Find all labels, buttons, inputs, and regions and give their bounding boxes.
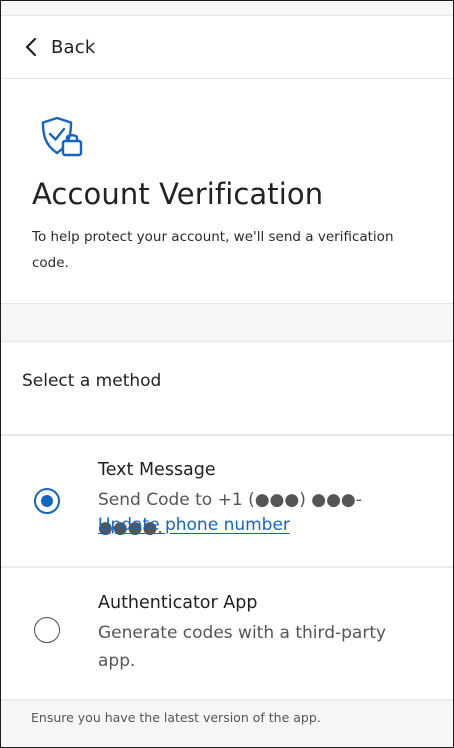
top-strip	[1, 1, 453, 16]
verification-screen: Back Account Verification To help protec…	[0, 0, 454, 748]
method-option-authenticator-app[interactable]: Authenticator App Generate codes with a …	[1, 568, 453, 701]
footer-note-area: Ensure you have the latest version of th…	[1, 701, 453, 747]
section-divider	[1, 304, 453, 342]
method-option-text-message[interactable]: Text Message Send Code to +1 (●●●) ●●●-●…	[1, 436, 453, 568]
chevron-left-icon	[25, 37, 37, 57]
header-bar: Back	[1, 16, 453, 79]
page-title: Account Verification	[32, 177, 324, 211]
option-title: Authenticator App	[98, 593, 258, 613]
page-description: To help protect your account, we'll send…	[32, 229, 394, 271]
method-section-header: Select a method	[1, 342, 453, 436]
verification-hero: Account Verification To help protect you…	[1, 79, 453, 304]
back-button[interactable]: Back	[25, 37, 96, 58]
back-label: Back	[51, 36, 96, 58]
radio-unselected-icon[interactable]	[34, 617, 60, 643]
radio-selected-icon[interactable]	[34, 488, 60, 514]
update-phone-link[interactable]: Update phone number	[98, 515, 290, 535]
option-title: Text Message	[98, 460, 216, 480]
method-heading: Select a method	[22, 371, 162, 391]
shield-check-lock-icon	[41, 116, 83, 157]
option-description: Generate codes with a third-party app.	[98, 623, 387, 671]
footer-note: Ensure you have the latest version of th…	[31, 710, 321, 725]
